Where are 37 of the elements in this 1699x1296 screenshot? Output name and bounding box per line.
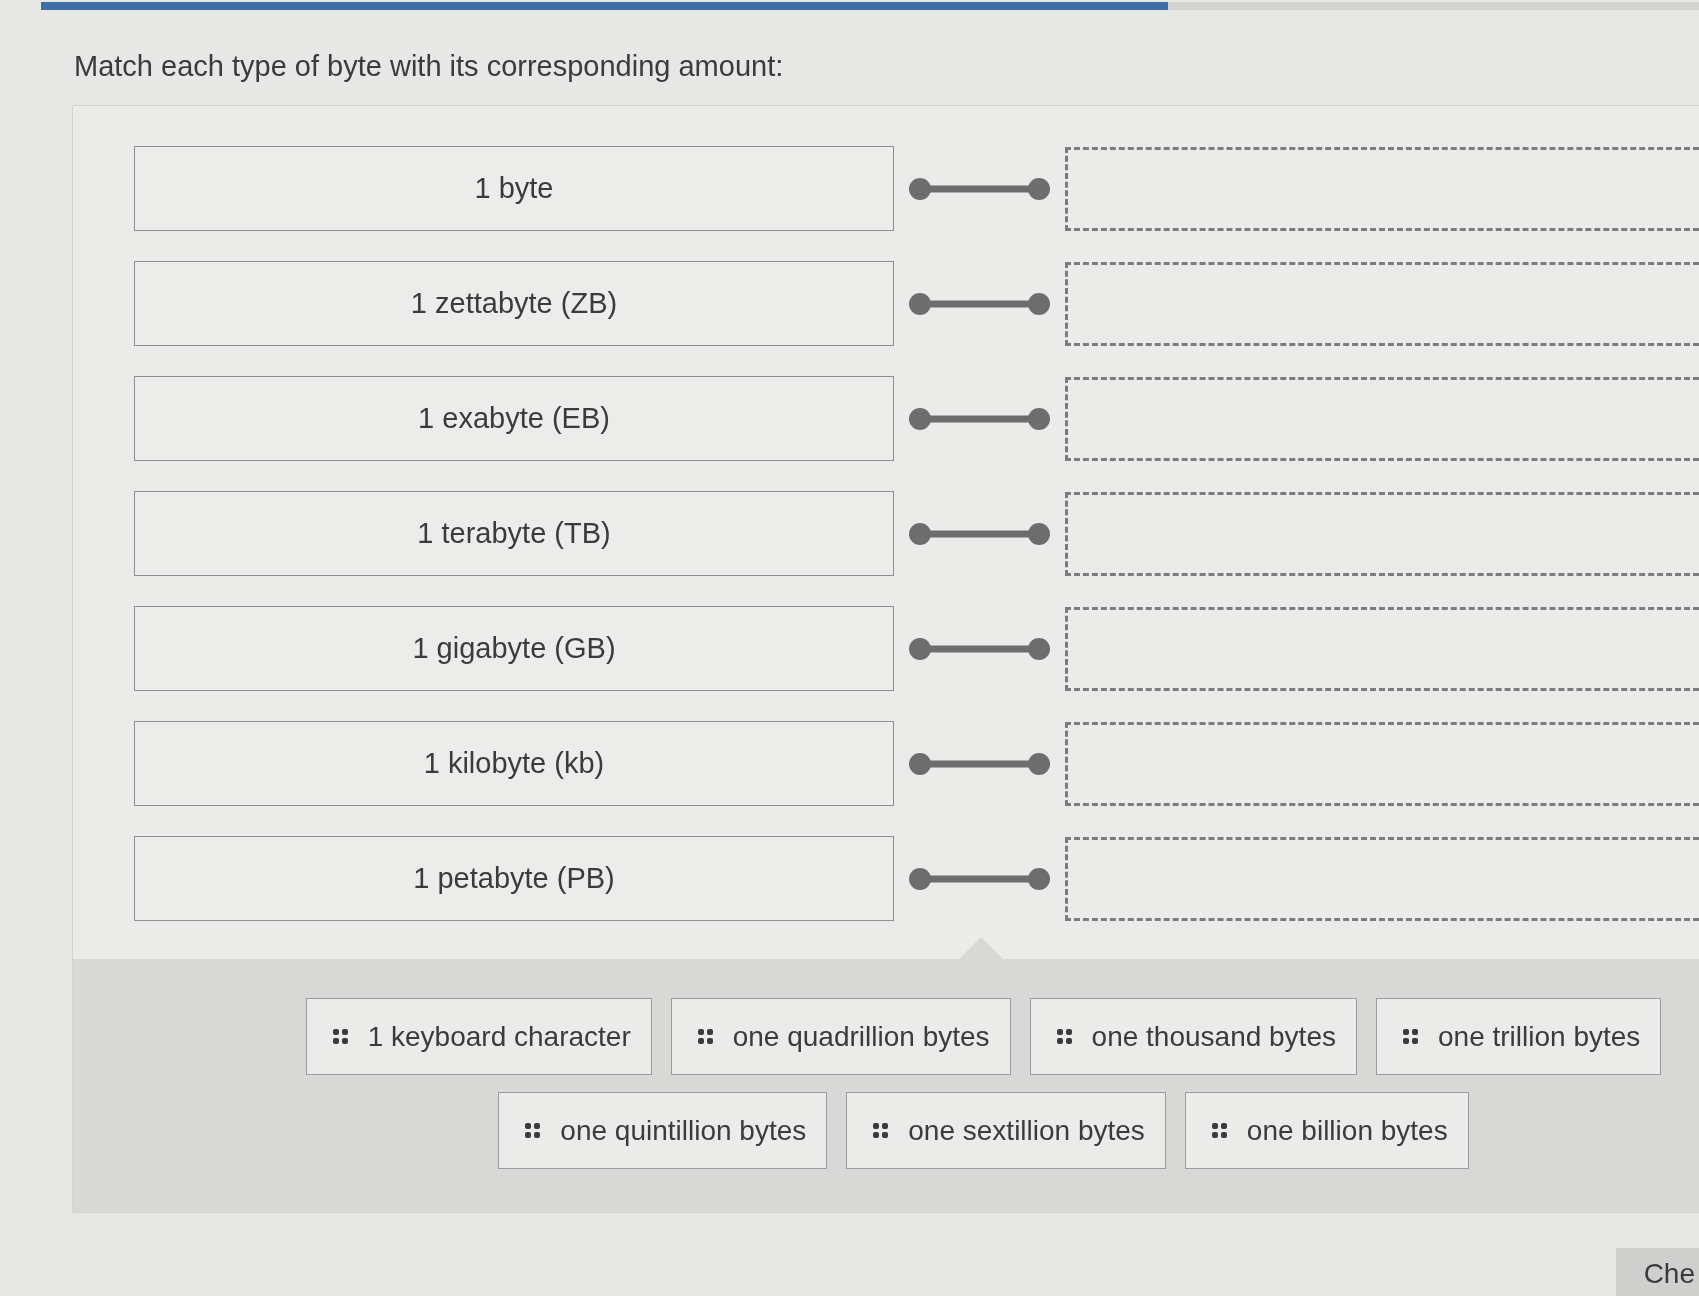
drag-handle-icon <box>1056 1029 1072 1044</box>
answer-chip[interactable]: one trillion bytes <box>1376 998 1662 1075</box>
action-button[interactable]: Che <box>1615 1248 1699 1296</box>
term-card: 1 kilobyte (kb) <box>134 721 894 806</box>
term-card: 1 petabyte (PB) <box>134 836 894 921</box>
term-card: 1 terabyte (TB) <box>134 491 894 576</box>
answer-chip[interactable]: one thousand bytes <box>1029 998 1357 1075</box>
answer-drop-zone[interactable] <box>1065 146 1699 231</box>
answer-drop-zone[interactable] <box>1065 606 1699 691</box>
answer-drop-zone[interactable] <box>1065 721 1699 806</box>
drag-handle-icon <box>332 1029 348 1044</box>
connector-icon <box>909 867 1050 890</box>
drag-handle-icon <box>697 1029 713 1044</box>
question-prompt: Match each type of byte with its corresponding amount: <box>74 50 784 82</box>
term-card: 1 gigabyte (GB) <box>134 606 894 691</box>
answer-drop-zone[interactable] <box>1065 261 1699 346</box>
drag-handle-icon <box>525 1123 541 1138</box>
answer-chip[interactable]: one quadrillion bytes <box>670 998 1011 1075</box>
answer-chip[interactable]: one sextillion bytes <box>846 1092 1166 1169</box>
term-card: 1 exabyte (EB) <box>134 376 894 461</box>
connector-icon <box>909 177 1050 200</box>
answer-chip[interactable]: 1 keyboard character <box>305 998 652 1075</box>
answer-drop-zone[interactable] <box>1065 836 1699 921</box>
answer-drop-zone[interactable] <box>1065 376 1699 461</box>
term-card: 1 byte <box>134 146 894 231</box>
term-card: 1 zettabyte (ZB) <box>134 261 894 346</box>
drag-handle-icon <box>1211 1123 1227 1138</box>
drag-handle-icon <box>873 1123 889 1138</box>
connector-icon <box>909 752 1050 775</box>
connector-icon <box>909 292 1050 315</box>
answer-chip[interactable]: one billion bytes <box>1184 1092 1469 1169</box>
connector-icon <box>909 407 1050 430</box>
connector-icon <box>909 637 1050 660</box>
connector-icon <box>909 522 1050 545</box>
answer-chip[interactable]: one quintillion bytes <box>498 1092 828 1169</box>
drag-handle-icon <box>1403 1029 1418 1044</box>
answer-drop-zone[interactable] <box>1065 491 1699 576</box>
